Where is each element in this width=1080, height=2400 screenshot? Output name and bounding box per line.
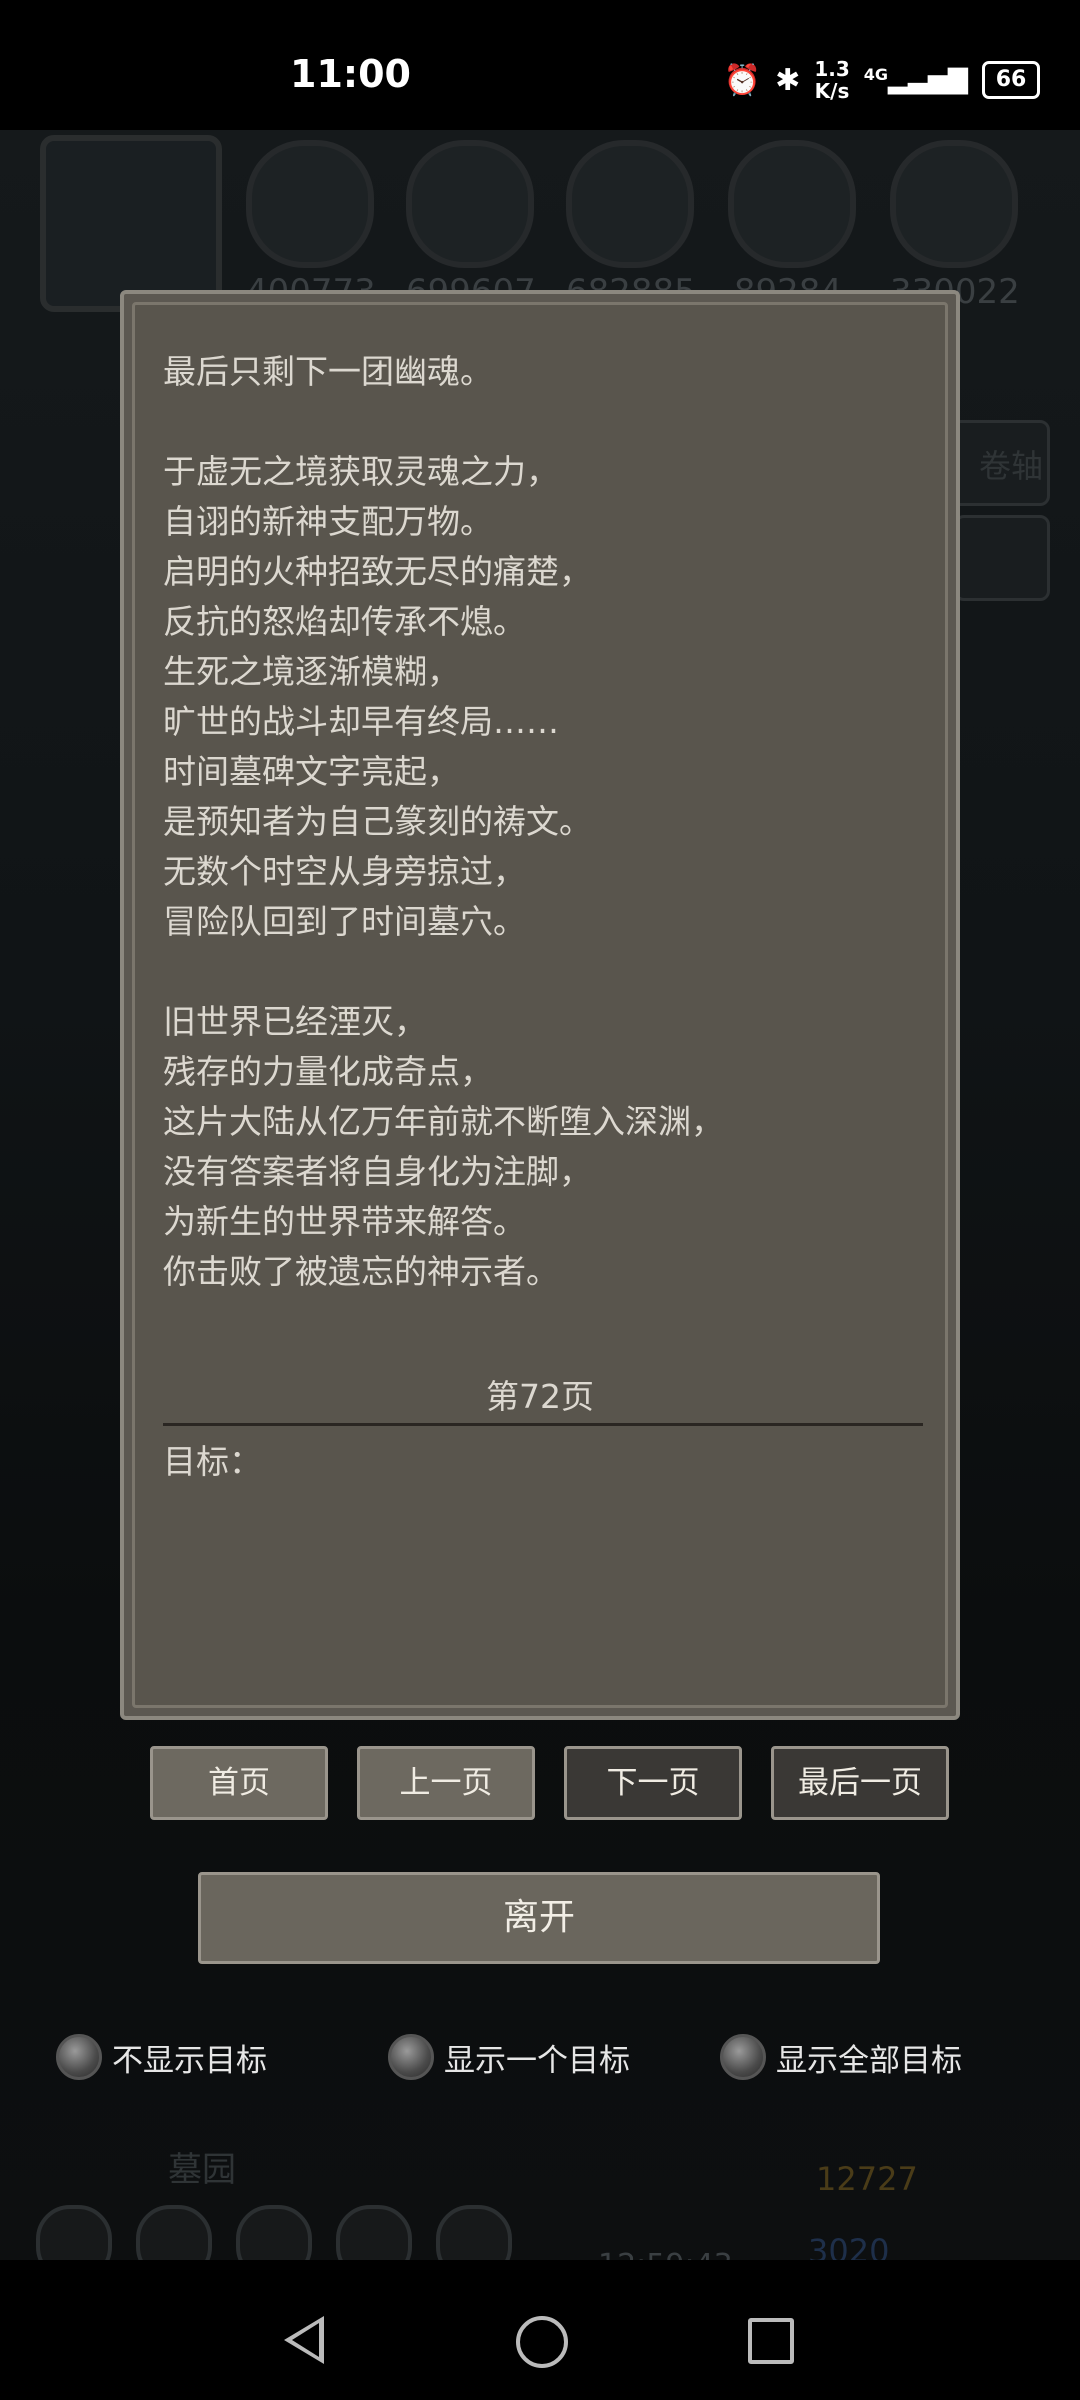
resource-3: 682885 <box>566 140 696 312</box>
resource-2: 699607 <box>406 140 536 312</box>
crystal-icon <box>728 140 856 268</box>
status-bar: 11:00 ⏰ ✱ 1.3 K/s 4G▂▃▅▇ 66 <box>0 0 1080 130</box>
story-line: 于虚无之境获取灵魂之力， <box>163 452 559 491</box>
metal-icon <box>890 140 1018 268</box>
story-line: 自诩的新神支配万物。 <box>163 502 493 541</box>
leave-button[interactable]: 离开 <box>198 1872 880 1964</box>
page-number: 第72页 <box>486 1377 594 1416</box>
status-time: 11:00 <box>290 52 411 96</box>
story-line <box>163 397 923 447</box>
previous-page-button[interactable]: 上一页 <box>357 1746 535 1820</box>
alarm-icon: ⏰ <box>723 62 762 98</box>
story-line: 最后只剩下一团幽魂。 <box>163 352 493 391</box>
story-text: 最后只剩下一团幽魂。于虚无之境获取灵魂之力， 自诩的新神支配万物。启明的火种招致无… <box>163 347 923 1297</box>
goal-label: 目标： <box>163 1442 262 1481</box>
bluetooth-icon: ✱ <box>775 62 801 98</box>
ore-icon <box>246 140 374 268</box>
area-label: 墓园 <box>168 2150 236 2190</box>
network-speed: 1.3 K/s <box>814 57 850 103</box>
story-line: 冒险队回到了时间墓穴。 <box>163 902 526 941</box>
resource-4: 89284 <box>728 140 856 312</box>
last-page-button[interactable]: 最后一页 <box>771 1746 949 1820</box>
story-line: 是预知者为自己篆刻的祷文。 <box>163 802 592 841</box>
home-icon[interactable] <box>516 2316 568 2368</box>
resource-5: 330022 <box>890 140 1020 312</box>
side-button <box>954 515 1050 601</box>
status-icons: ⏰ ✱ 1.3 K/s 4G▂▃▅▇ 66 <box>724 58 1040 102</box>
resource-1: 400773 <box>246 140 376 312</box>
radio-icon[interactable] <box>56 2034 102 2080</box>
wood-icon <box>406 140 534 268</box>
option-show-all-goals[interactable]: 显示全部目标 <box>720 2034 962 2080</box>
next-page-button[interactable]: 下一页 <box>564 1746 742 1820</box>
story-line <box>163 947 923 997</box>
radio-icon[interactable] <box>388 2034 434 2080</box>
story-line: 无数个时空从身旁掠过， <box>163 852 526 891</box>
signal-icon: 4G▂▃▅▇ <box>863 65 968 95</box>
radio-icon[interactable] <box>720 2034 766 2080</box>
first-page-button[interactable]: 首页 <box>150 1746 328 1820</box>
story-line: 为新生的世界带来解答。 <box>163 1202 526 1241</box>
story-panel: 最后只剩下一团幽魂。于虚无之境获取灵魂之力， 自诩的新神支配万物。启明的火种招致无… <box>120 290 960 1720</box>
story-line: 时间墓碑文字亮起， <box>163 752 460 791</box>
back-icon-inner <box>292 2323 319 2357</box>
story-line: 这片大陆从亿万年前就不断堕入深渊， <box>163 1102 724 1141</box>
battery-icon: 66 <box>982 61 1040 99</box>
option-hide-goal[interactable]: 不显示目标 <box>56 2034 267 2080</box>
story-line: 残存的力量化成奇点， <box>163 1052 493 1091</box>
hero-portrait <box>40 135 222 312</box>
story-line: 反抗的怒焰却传承不熄。 <box>163 602 526 641</box>
story-line: 没有答案者将自身化为注脚， <box>163 1152 592 1191</box>
story-line: 旷世的战斗却早有终局…… <box>163 702 559 741</box>
gold-amount: 12727 <box>816 2160 918 2198</box>
story-line: 旧世界已经湮灭， <box>163 1002 427 1041</box>
story-line: 你击败了被遗忘的神示者。 <box>163 1252 559 1291</box>
divider <box>163 1423 923 1426</box>
iron-icon <box>566 140 694 268</box>
story-line: 启明的火种招致无尽的痛楚， <box>163 552 592 591</box>
story-line: 生死之境逐渐模糊， <box>163 652 460 691</box>
story-page[interactable]: 最后只剩下一团幽魂。于虚无之境获取灵魂之力， 自诩的新神支配万物。启明的火种招致无… <box>132 302 948 1708</box>
recents-icon[interactable] <box>748 2318 794 2364</box>
option-show-one-goal[interactable]: 显示一个目标 <box>388 2034 630 2080</box>
